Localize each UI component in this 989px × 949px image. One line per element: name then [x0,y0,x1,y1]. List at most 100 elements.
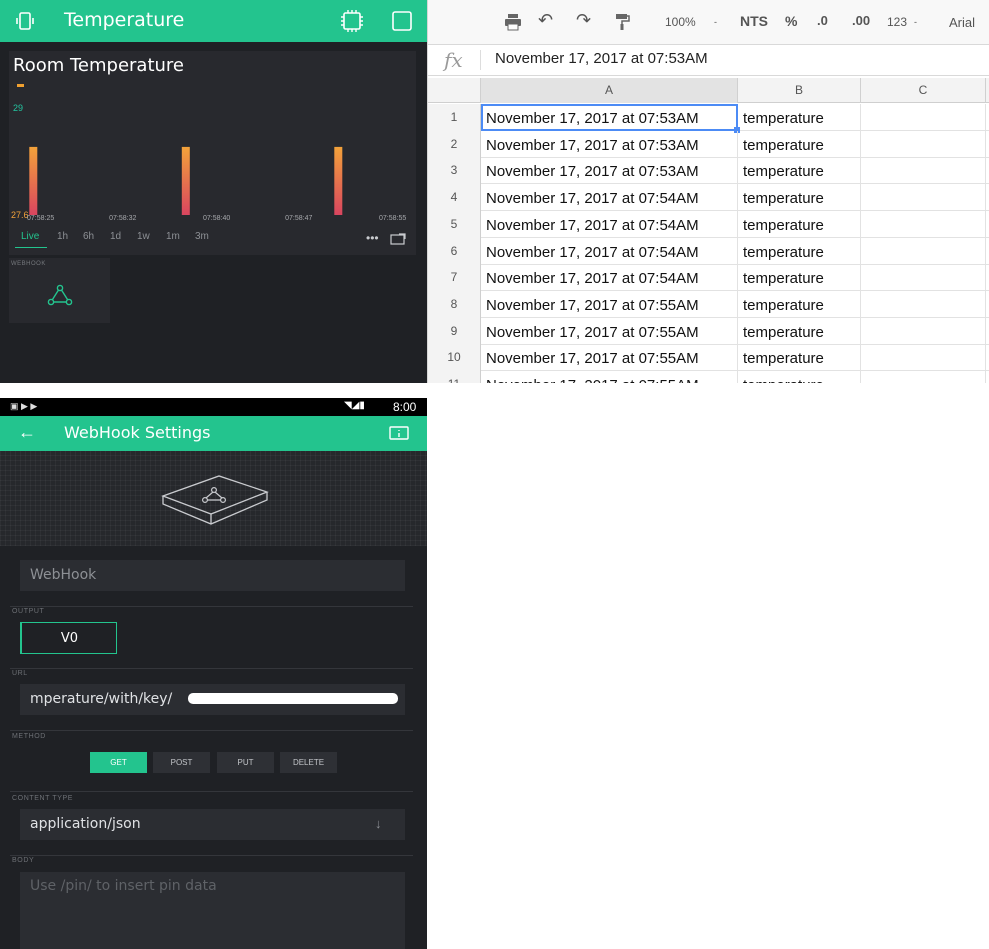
column-header-c[interactable]: C [861,78,986,103]
currency-format-button[interactable]: NTS [740,13,768,29]
row-header[interactable]: 7 [428,264,481,292]
content-type-select[interactable]: application/json ↓ [20,809,405,840]
tab-1d[interactable]: 1d [110,231,121,242]
column-header-a[interactable]: A [481,78,738,103]
cell-c[interactable] [861,184,986,212]
table-row: 4 November 17, 2017 at 07:54AM temperature [428,184,989,212]
cell-b[interactable]: temperature [738,184,861,212]
bar-plot [29,146,343,215]
decrease-decimal-button[interactable]: .0 [817,13,828,28]
x-axis-ticks: 07:58:25 07:58:32 07:58:40 07:58:47 07:58:55 [9,215,416,225]
cell-a[interactable]: November 17, 2017 at 07:53AM [481,104,738,131]
play-square-icon[interactable] [391,10,413,37]
tab-live[interactable]: Live [21,231,39,242]
cell-a[interactable]: November 17, 2017 at 07:53AM [481,157,738,185]
cell-a[interactable]: November 17, 2017 at 07:55AM [481,290,738,318]
tab-1h[interactable]: 1h [57,231,68,242]
output-pin-selector[interactable]: V0 [20,622,117,654]
cell-c[interactable] [861,290,986,318]
dashboard-title: Temperature [64,9,185,31]
row-header[interactable]: 2 [428,130,481,158]
webhook-widget[interactable]: WEBHOOK [9,258,110,323]
cell-b[interactable]: temperature [738,157,861,185]
cell-c[interactable] [861,130,986,158]
cell-b[interactable]: temperature [738,290,861,318]
room-temperature-chart[interactable]: Room Temperature 29 27.6 07:58:25 07:58:3… [9,51,416,255]
cell-c[interactable] [861,344,986,372]
back-arrow-icon[interactable]: ← [18,422,36,443]
blynk-dashboard: Temperature Room Temperature 29 27.6 07:… [0,0,427,383]
undo-icon[interactable]: ↶ [538,10,553,31]
cell-c[interactable] [861,264,986,292]
column-header-b[interactable]: B [738,78,861,103]
method-delete-button[interactable]: DELETE [280,752,337,773]
info-icon[interactable] [389,426,409,445]
cell-a[interactable]: November 17, 2017 at 07:54AM [481,184,738,212]
method-put-button[interactable]: PUT [217,752,274,773]
body-textarea[interactable]: Use /pin/ to insert pin data [20,872,405,949]
cell-c[interactable] [861,237,986,265]
row-header[interactable]: 10 [428,344,481,372]
formula-input[interactable]: November 17, 2017 at 07:53AM [495,50,708,67]
chart-bar [334,146,343,215]
cell-a[interactable]: November 17, 2017 at 07:55AM [481,371,738,383]
cell-b[interactable]: temperature [738,317,861,345]
more-formats-dropdown-icon[interactable]: - [914,17,917,27]
tab-1m[interactable]: 1m [166,231,180,242]
device-chip-icon[interactable] [339,8,365,39]
tab-1w[interactable]: 1w [137,231,150,242]
print-icon[interactable] [503,13,523,34]
table-row: 10 November 17, 2017 at 07:55AM temperatur… [428,344,989,372]
fullscreen-icon[interactable] [390,232,406,250]
chart-bar [29,146,38,215]
increase-decimal-button[interactable]: .00 [852,13,870,28]
cell-a[interactable]: November 17, 2017 at 07:55AM [481,317,738,345]
row-header[interactable]: 6 [428,237,481,265]
method-get-button[interactable]: GET [90,752,147,773]
cell-b[interactable]: temperature [738,264,861,292]
table-row: 5 November 17, 2017 at 07:54AM temperature [428,210,989,238]
more-icon[interactable]: ••• [366,231,379,245]
row-header[interactable]: 1 [428,104,481,131]
cell-b[interactable]: temperature [738,130,861,158]
status-time: 8:00 [393,400,417,414]
body-placeholder: Use /pin/ to insert pin data [30,878,217,894]
url-input[interactable]: mperature/with/key/ [20,684,405,715]
font-select[interactable]: Arial [949,15,975,30]
widget-name-input[interactable]: WebHook [20,560,405,591]
select-all-corner[interactable] [428,78,481,103]
cell-b[interactable]: temperature [738,237,861,265]
project-switch-icon[interactable] [14,10,36,37]
cell-c[interactable] [861,371,986,383]
method-post-button[interactable]: POST [153,752,210,773]
row-header[interactable]: 8 [428,290,481,318]
percent-format-button[interactable]: % [785,13,797,29]
zoom-dropdown-icon[interactable]: - [714,17,717,27]
cell-c[interactable] [861,157,986,185]
cell-a[interactable]: November 17, 2017 at 07:53AM [481,130,738,158]
cell-c[interactable] [861,104,986,131]
cell-c[interactable] [861,210,986,238]
cell-b[interactable]: temperature [738,371,861,383]
cell-b[interactable]: temperature [738,210,861,238]
redo-icon[interactable]: ↷ [576,10,591,31]
cell-a[interactable]: November 17, 2017 at 07:54AM [481,237,738,265]
row-header[interactable]: 4 [428,184,481,212]
row-header[interactable]: 9 [428,317,481,345]
zoom-select[interactable]: 100% [665,15,696,29]
cell-b[interactable]: temperature [738,104,861,131]
cell-b[interactable]: temperature [738,344,861,372]
cell-c[interactable] [861,317,986,345]
row-header[interactable]: 5 [428,210,481,238]
table-row: 3 November 17, 2017 at 07:53AM temperature [428,157,989,185]
more-formats-button[interactable]: 123 [887,15,907,29]
paint-format-icon[interactable] [614,13,630,34]
cell-a[interactable]: November 17, 2017 at 07:55AM [481,344,738,372]
chart-bar [181,146,190,215]
tab-3m[interactable]: 3m [195,231,209,242]
cell-a[interactable]: November 17, 2017 at 07:54AM [481,264,738,292]
row-header[interactable]: 3 [428,157,481,185]
tab-6h[interactable]: 6h [83,231,94,242]
row-header[interactable]: 11 [428,371,481,383]
cell-a[interactable]: November 17, 2017 at 07:54AM [481,210,738,238]
